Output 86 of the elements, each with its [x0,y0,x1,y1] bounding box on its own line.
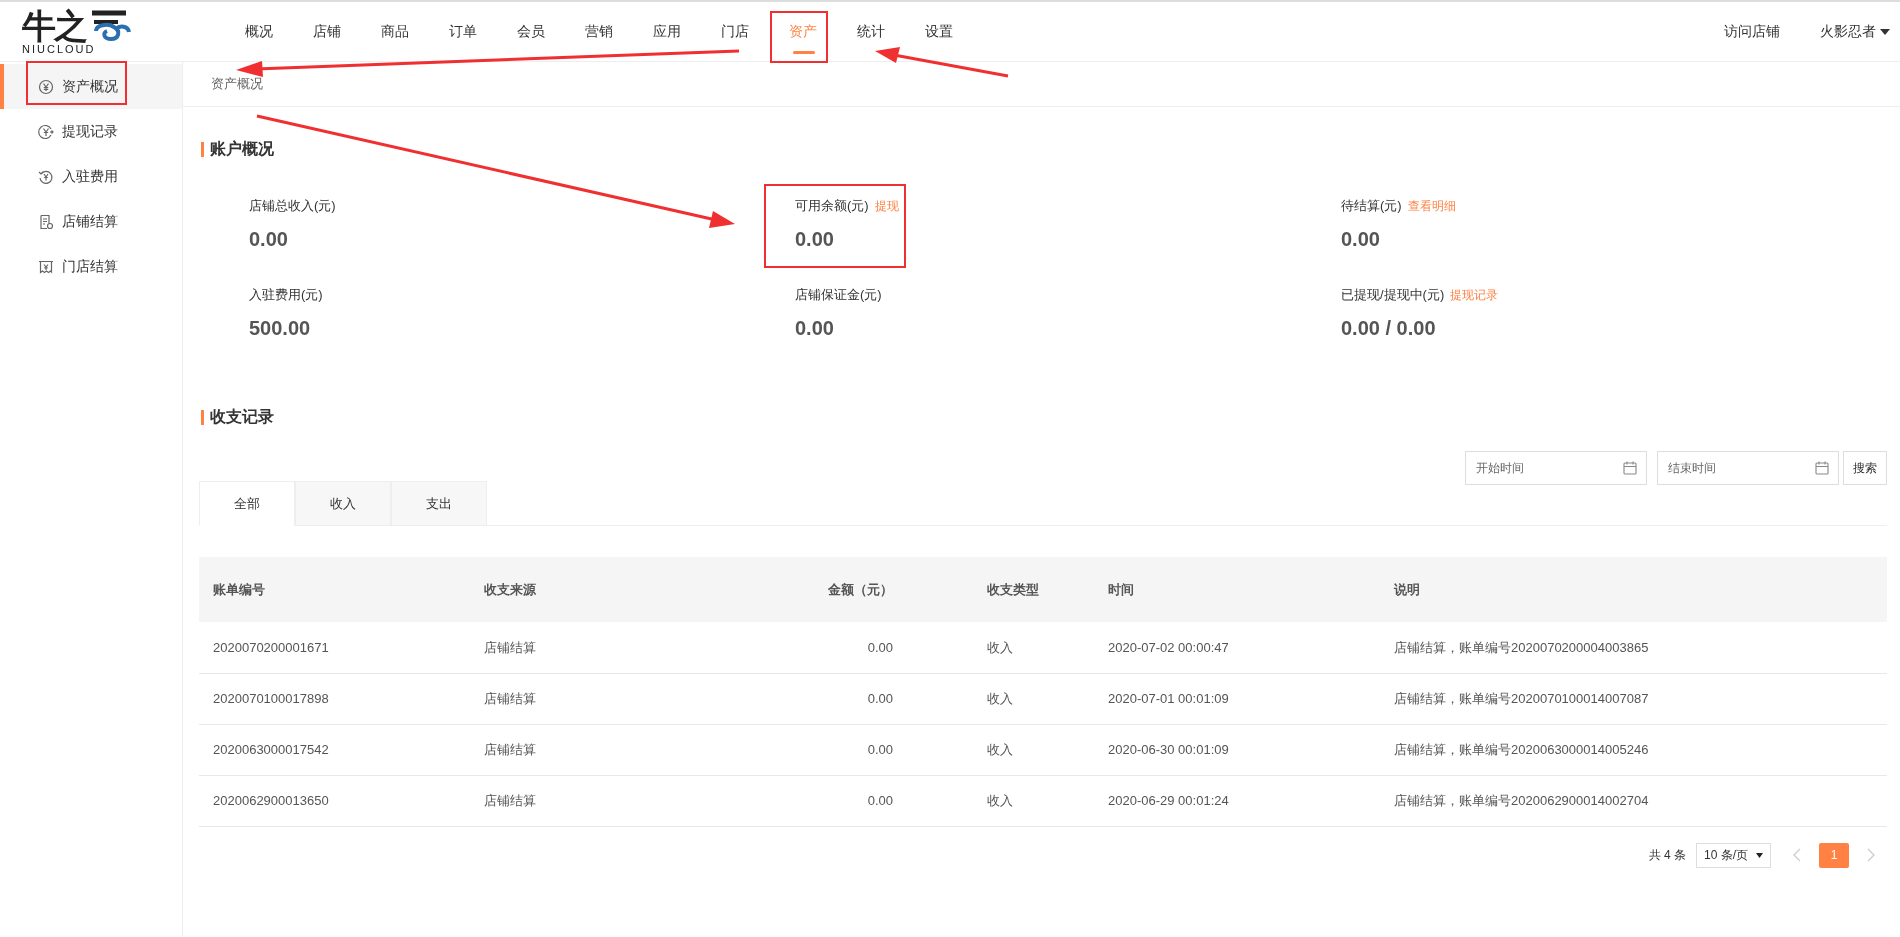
column-header: 收支类型 [987,581,1039,597]
column-header: 金额（元） [828,581,893,597]
table-cell: 2020070100017898 [213,690,329,706]
stat-label: 店铺总收入(元) [249,197,336,216]
table-cell: 0.00 [867,639,893,655]
section-title: 收支记录 [210,407,274,427]
table-cell: 0.00 [867,741,893,757]
filter-tab[interactable]: 支出 [391,481,487,526]
store-receipt-icon [38,258,54,275]
sidebar-item[interactable]: 门店结算 [0,244,182,289]
filter-tab[interactable]: 全部 [199,481,295,526]
visit-store-link[interactable]: 访问店铺 [1724,21,1780,42]
yen-coin-icon [38,78,54,95]
page-size-select[interactable]: 10 条/页 [1696,842,1771,868]
sidebar-item[interactable]: 店铺结算 [0,199,182,244]
stat-value: 0.00 / 0.00 [1341,316,1437,341]
highlight-box [770,11,828,63]
table-cell: 收入 [987,792,1013,808]
table-cell: 2020062900013650 [213,792,329,808]
table-cell: 2020-06-29 00:01:24 [1108,792,1229,808]
stat-value: 0.00 [795,316,835,341]
table-cell: 收入 [987,639,1013,655]
table-cell: 收入 [987,690,1013,706]
yen-coin-icon [38,123,54,140]
calendar-icon [1623,461,1637,475]
section-marker [201,409,204,425]
nav-tab[interactable]: 店铺 [293,1,361,62]
caret-icon [1756,852,1763,858]
stat-value: 0.00 [795,227,835,252]
receipt-icon [38,213,54,230]
table-cell: 店铺结算，账单编号2020070200004003865 [1394,639,1649,655]
caret-icon [1880,28,1890,35]
nav-tab[interactable]: 设置 [905,1,973,62]
breadcrumb: 资产概况 [211,75,263,94]
table-cell: 0.00 [867,690,893,706]
stat-value: 0.00 [249,227,289,252]
sidebar-item[interactable]: 资产概况 [0,64,182,109]
start-date-field[interactable]: 开始时间 [1465,451,1647,485]
stat-label: 店铺保证金(元) [795,286,882,305]
table-cell: 2020063000017542 [213,741,329,757]
section-marker [201,141,204,157]
stat-value: 0.00 [1341,227,1381,252]
table-cell: 0.00 [867,792,893,808]
table-cell: 店铺结算 [484,792,536,808]
nav-tab[interactable]: 应用 [633,1,701,62]
stat-label: 已提现/提现中(元) [1341,286,1445,305]
user-menu[interactable]: 火影忍者 [1820,21,1890,42]
refresh-yen-icon [38,168,54,185]
sidebar-item[interactable]: 入驻费用 [0,154,182,199]
nav-tab[interactable]: 会员 [497,1,565,62]
table-cell: 收入 [987,741,1013,757]
nav-tab[interactable]: 订单 [429,1,497,62]
chevron-right-icon[interactable] [1867,848,1875,862]
search-button[interactable]: 搜索 [1843,451,1887,485]
table-cell: 店铺结算，账单编号2020062900014002704 [1394,792,1649,808]
table-cell: 店铺结算，账单编号2020070100014007087 [1394,690,1649,706]
table-cell: 2020-06-30 00:01:09 [1108,741,1229,757]
table-cell: 店铺结算 [484,639,536,655]
table-cell: 店铺结算，账单编号2020063000014005246 [1394,741,1649,757]
table-cell: 店铺结算 [484,690,536,706]
section-title: 账户概况 [210,139,274,159]
total-count: 共 4 条 [1648,847,1686,864]
active-underline [793,50,815,54]
chevron-left-icon[interactable] [1793,848,1801,862]
nav-tab[interactable]: 概况 [225,1,293,62]
end-date-field[interactable]: 结束时间 [1657,451,1839,485]
filter-tab[interactable]: 收入 [295,481,391,526]
column-header: 说明 [1394,581,1420,597]
calendar-icon [1815,461,1829,475]
nav-tab[interactable]: 商品 [361,1,429,62]
sidebar-item[interactable]: 提现记录 [0,109,182,154]
table-cell: 2020-07-02 00:00:47 [1108,639,1229,655]
column-header: 账单编号 [213,581,265,597]
logo[interactable]: 牛之 NIUCLOUD [0,8,200,55]
column-header: 时间 [1108,581,1134,597]
column-header: 收支来源 [484,581,536,597]
stat-label: 入驻费用(元) [249,286,323,305]
table-cell: 2020-07-01 00:01:09 [1108,690,1229,706]
stat-label: 待结算(元) [1341,197,1402,216]
table-cell: 店铺结算 [484,741,536,757]
nav-tab[interactable]: 门店 [701,1,769,62]
nav-tab[interactable]: 营销 [565,1,633,62]
table-cell: 2020070200001671 [213,639,329,655]
stat-value: 500.00 [249,316,312,341]
nav-tab[interactable]: 统计 [837,1,905,62]
stat-label: 可用余额(元) [795,197,869,216]
